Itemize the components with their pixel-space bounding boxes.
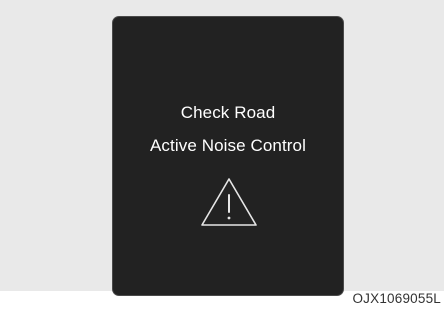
message-line-2: Active Noise Control [149, 136, 306, 155]
message-line-1: Check Road [180, 103, 276, 122]
figure-code: OJX1069055L [352, 291, 441, 306]
warning-triangle-icon [201, 178, 257, 226]
message-display: Check Road Active Noise Control [112, 16, 344, 296]
